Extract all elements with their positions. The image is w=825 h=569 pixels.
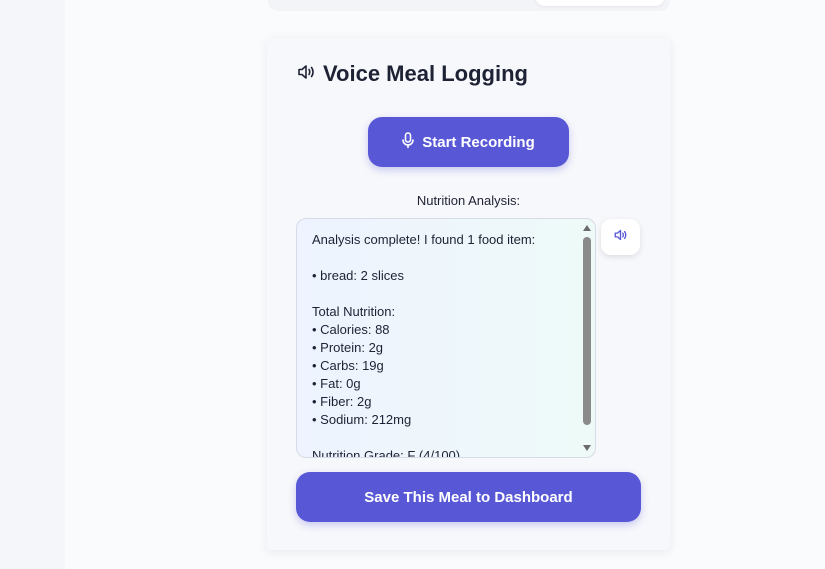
scrollbar-thumb[interactable] (583, 237, 591, 425)
voice-meal-logging-card: Voice Meal Logging Start Recording Nutri… (267, 38, 670, 550)
read-aloud-button[interactable] (601, 219, 640, 255)
scroll-up-arrow-icon[interactable] (583, 225, 591, 231)
nutrition-analysis-textarea[interactable]: Analysis complete! I found 1 food item: … (296, 218, 596, 458)
card-title: Voice Meal Logging (323, 61, 528, 86)
microphone-icon (402, 132, 415, 152)
start-recording-label: Start Recording (422, 133, 535, 151)
scroll-down-arrow-icon[interactable] (583, 445, 591, 451)
previous-card-button[interactable] (535, 0, 665, 6)
start-recording-button[interactable]: Start Recording (368, 117, 569, 167)
nutrition-analysis-label: Nutrition Analysis: (416, 193, 521, 208)
card-header: Voice Meal Logging (297, 60, 528, 88)
analysis-scrollbar[interactable] (581, 221, 593, 455)
save-meal-button[interactable]: Save This Meal to Dashboard (296, 472, 641, 522)
speaker-icon (297, 64, 315, 85)
speaker-icon (613, 228, 628, 246)
nutrition-analysis-text: Analysis complete! I found 1 food item: … (312, 232, 536, 458)
